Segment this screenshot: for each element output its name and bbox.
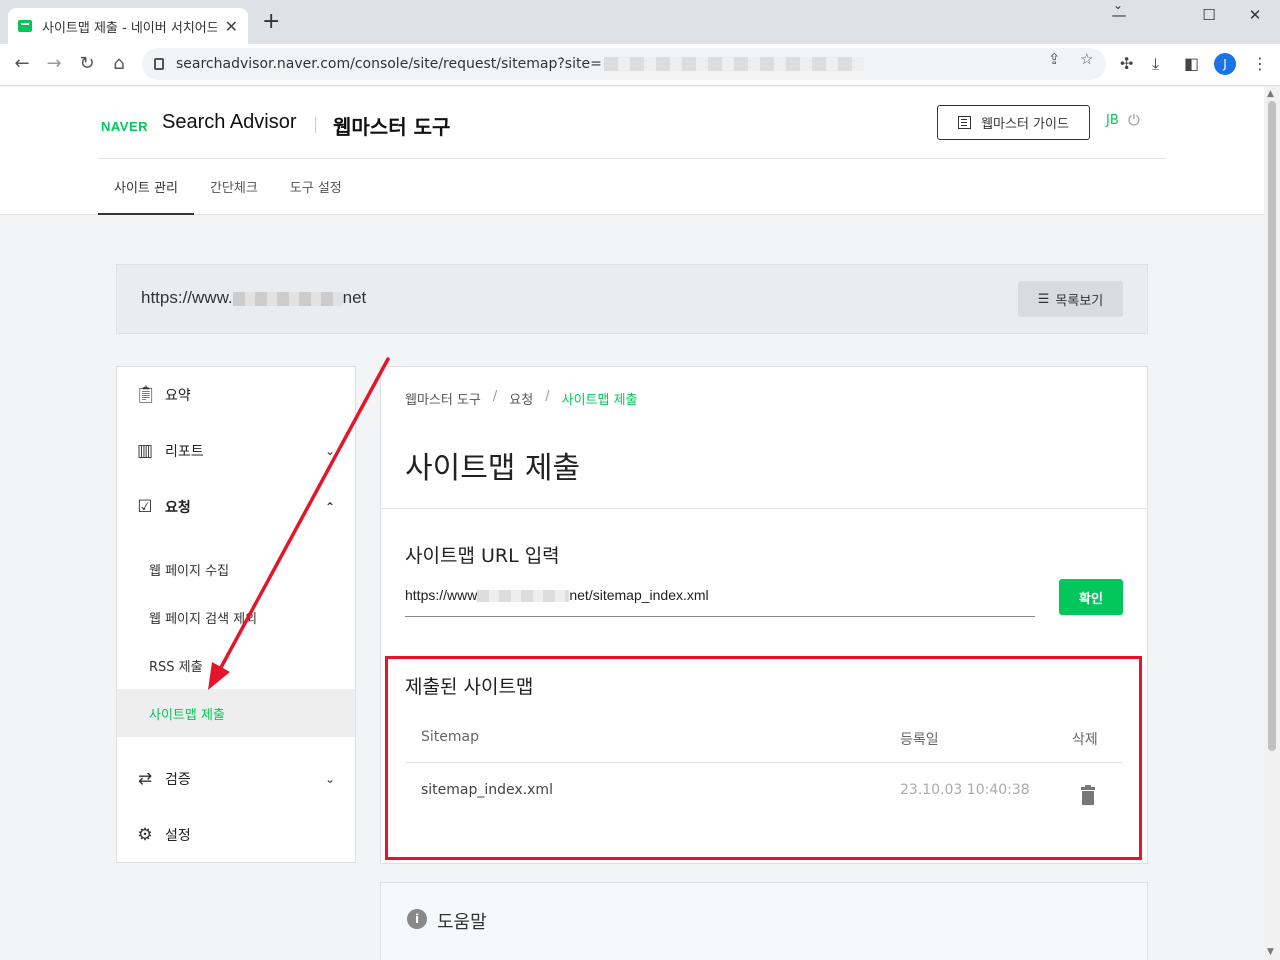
chevron-up-icon: ⌃ bbox=[324, 500, 335, 514]
scroll-up-icon[interactable]: ▲ bbox=[1267, 89, 1274, 99]
breadcrumb-separator: / bbox=[545, 389, 550, 404]
column-sitemap: Sitemap bbox=[421, 729, 479, 745]
home-icon[interactable]: ⌂ bbox=[107, 53, 131, 74]
header-divider bbox=[315, 117, 316, 133]
back-icon[interactable]: ← bbox=[10, 53, 34, 74]
tab-close-icon[interactable]: ✕ bbox=[225, 17, 238, 36]
site-url-prefix: https://www. bbox=[141, 288, 233, 307]
info-icon: i bbox=[407, 909, 427, 929]
site-header: NAVER Search Advisor 웹마스터 도구 웹마스터 가이드 JB… bbox=[0, 87, 1264, 215]
search-advisor-title[interactable]: Search Advisor bbox=[162, 111, 297, 134]
browser-tab[interactable]: 사이트맵 제출 - 네이버 서치어드 ✕ bbox=[8, 8, 248, 44]
list-button-label: 목록보기 bbox=[1055, 293, 1104, 309]
window-close-icon[interactable]: ✕ bbox=[1232, 6, 1278, 24]
address-bar[interactable]: searchadvisor.naver.com/console/site/req… bbox=[142, 48, 1106, 80]
naver-logo[interactable]: NAVER bbox=[101, 119, 148, 134]
maximize-icon[interactable]: ☐ bbox=[1186, 6, 1232, 24]
site-url-redacted bbox=[232, 291, 343, 306]
site-url: https://www. net bbox=[141, 288, 366, 308]
menu-icon[interactable]: ⋮ bbox=[1252, 54, 1268, 73]
checklist-icon: ☑ bbox=[137, 497, 153, 517]
breadcrumb: 웹마스터 도구 / 요청 / 사이트맵 제출 bbox=[405, 389, 638, 408]
chevron-down-icon: ⌄ bbox=[324, 444, 335, 458]
table-row: sitemap_index.xml 23.10.03 10:40:38 bbox=[405, 764, 1123, 832]
site-url-suffix: net bbox=[342, 288, 367, 307]
address-url: searchadvisor.naver.com/console/site/req… bbox=[176, 56, 602, 72]
sidebar-sub-sitemap[interactable]: 사이트맵 제출 bbox=[117, 689, 355, 737]
sidebar-item-label: 요약 bbox=[165, 388, 191, 404]
top-nav: 사이트 관리 간단체크 도구 설정 bbox=[98, 159, 358, 215]
sitemap-date: 23.10.03 10:40:38 bbox=[900, 782, 1030, 798]
sidebar-item-settings[interactable]: ⚙ 설정 bbox=[117, 807, 355, 863]
sidebar-item-label: 검증 bbox=[165, 772, 191, 788]
sidebar-item-label: 리포트 bbox=[165, 444, 204, 460]
lock-icon bbox=[154, 58, 164, 70]
sidebar-sub-page-exclude[interactable]: 웹 페이지 검색 제외 bbox=[117, 593, 355, 641]
guide-book-icon bbox=[958, 116, 972, 129]
tab-title: 사이트맵 제출 - 네이버 서치어드 bbox=[42, 20, 217, 36]
address-redacted bbox=[603, 57, 864, 71]
table-header: Sitemap 등록일 삭제 bbox=[405, 711, 1123, 763]
site-bar: https://www. net ☰ 목록보기 bbox=[116, 264, 1148, 334]
new-tab-icon[interactable]: + bbox=[262, 11, 280, 33]
sidebar-item-report[interactable]: ▥ 리포트 ⌄ bbox=[117, 423, 355, 479]
chevron-down-icon: ⌄ bbox=[324, 772, 335, 786]
user-id[interactable]: JB bbox=[1106, 113, 1119, 128]
trash-icon[interactable] bbox=[1081, 785, 1095, 805]
sidebar: 📋︎ 요약 ▥ 리포트 ⌄ ☑ 요청 ⌃ 웹 페이지 수집 웹 페이지 검색 제… bbox=[116, 366, 356, 863]
sidebar-item-request[interactable]: ☑ 요청 ⌃ bbox=[117, 479, 355, 535]
sitemap-url-input[interactable] bbox=[405, 585, 1035, 617]
tab-search-icon[interactable]: ⌄ bbox=[1098, 0, 1138, 12]
browser-tabstrip: 사이트맵 제출 - 네이버 서치어드 ✕ + — ☐ ✕ ⌄ bbox=[0, 0, 1280, 44]
browser-toolbar: ← → ↻ ⌂ searchadvisor.naver.com/console/… bbox=[0, 44, 1280, 86]
list-icon: ☰ bbox=[1037, 291, 1050, 307]
reload-icon[interactable]: ↻ bbox=[75, 53, 99, 74]
sitemap-name: sitemap_index.xml bbox=[421, 782, 553, 798]
scroll-down-icon[interactable]: ▼ bbox=[1267, 947, 1274, 957]
webmaster-guide-button[interactable]: 웹마스터 가이드 bbox=[937, 105, 1090, 140]
naver-favicon-icon bbox=[18, 20, 32, 32]
sidebar-item-label: 설정 bbox=[165, 828, 191, 844]
page: NAVER Search Advisor 웹마스터 도구 웹마스터 가이드 JB… bbox=[0, 87, 1264, 960]
tab-site-management[interactable]: 사이트 관리 bbox=[98, 159, 194, 215]
page-scrollbar[interactable]: ▲ ▼ bbox=[1264, 87, 1280, 960]
extensions-icon[interactable]: ✣ bbox=[1120, 54, 1133, 73]
sidebar-sub-page-crawl[interactable]: 웹 페이지 수집 bbox=[117, 545, 355, 593]
gear-icon: ⚙ bbox=[137, 825, 153, 845]
sidebar-item-verify[interactable]: ⇄ 검증 ⌄ bbox=[117, 751, 355, 807]
bar-chart-icon: ▥ bbox=[136, 441, 154, 461]
confirm-button[interactable]: 확인 bbox=[1059, 579, 1123, 615]
column-delete: 삭제 bbox=[1072, 732, 1098, 748]
sidebar-item-summary[interactable]: 📋︎ 요약 bbox=[117, 367, 355, 423]
guide-button-label: 웹마스터 가이드 bbox=[981, 117, 1069, 132]
breadcrumb-current: 사이트맵 제출 bbox=[561, 393, 638, 408]
side-panel-icon[interactable]: ◧ bbox=[1184, 54, 1199, 73]
clipboard-icon: 📋︎ bbox=[135, 385, 157, 405]
submitted-sitemaps-title: 제출된 사이트맵 bbox=[405, 676, 534, 698]
scroll-thumb[interactable] bbox=[1268, 101, 1276, 751]
webmaster-tools-title[interactable]: 웹마스터 도구 bbox=[333, 111, 450, 140]
tab-tool-settings[interactable]: 도구 설정 bbox=[274, 159, 358, 215]
card-divider bbox=[381, 508, 1147, 509]
main-card: 웹마스터 도구 / 요청 / 사이트맵 제출 사이트맵 제출 사이트맵 URL … bbox=[380, 366, 1148, 864]
forward-icon[interactable]: → bbox=[42, 53, 66, 74]
help-title: 도움말 bbox=[437, 912, 487, 933]
column-date: 등록일 bbox=[900, 732, 939, 748]
breadcrumb-item[interactable]: 요청 bbox=[509, 389, 533, 408]
repeat-arrows-icon: ⇄ bbox=[137, 769, 153, 789]
breadcrumb-separator: / bbox=[492, 389, 498, 404]
share-icon[interactable]: ⇪ bbox=[1048, 50, 1061, 68]
breadcrumb-item[interactable]: 웹마스터 도구 bbox=[405, 389, 481, 408]
bookmark-star-icon[interactable]: ☆ bbox=[1080, 50, 1093, 68]
tab-simple-check[interactable]: 간단체크 bbox=[194, 159, 274, 215]
profile-avatar[interactable]: J bbox=[1214, 53, 1236, 75]
sidebar-item-label: 요청 bbox=[165, 500, 191, 516]
help-card: i 도움말 bbox=[380, 882, 1148, 960]
page-title: 사이트맵 제출 bbox=[405, 451, 581, 486]
sidebar-sub-rss[interactable]: RSS 제출 bbox=[117, 641, 355, 689]
url-section-title: 사이트맵 URL 입력 bbox=[405, 545, 560, 567]
download-icon[interactable]: ⤓ bbox=[1152, 54, 1159, 74]
list-view-button[interactable]: ☰ 목록보기 bbox=[1018, 281, 1123, 317]
logout-power-icon[interactable]: ⏻ bbox=[1128, 111, 1140, 129]
